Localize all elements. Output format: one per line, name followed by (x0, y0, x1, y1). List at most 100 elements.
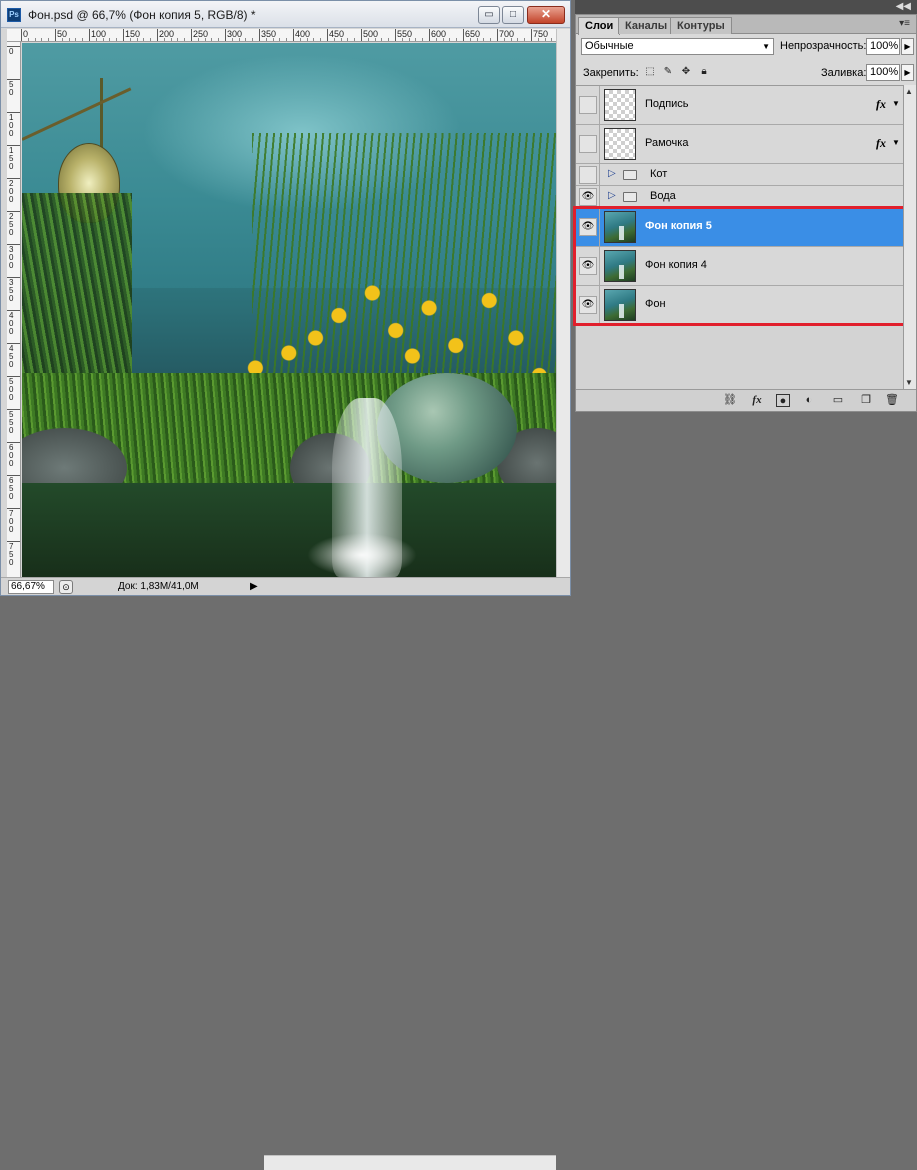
eye-icon[interactable]: 👁︎ (579, 218, 597, 236)
status-info-icon[interactable]: ⊙ (59, 580, 73, 594)
new-layer-icon[interactable]: ❐ (858, 393, 874, 408)
document-titlebar[interactable]: Ps Фон.psd @ 66,7% (Фон копия 5, RGB/8) … (1, 1, 570, 28)
layer-thumbnail (604, 250, 636, 282)
expand-group-arrow-icon[interactable]: ▷ (608, 168, 616, 179)
visibility-toggle[interactable] (579, 135, 597, 153)
ruler-minor-tick (435, 38, 437, 41)
expand-effects-icon[interactable]: ▼ (892, 99, 900, 108)
minimize-button[interactable]: ▭ (478, 6, 500, 24)
lock-image-brush-icon[interactable]: ✎ (662, 66, 674, 78)
vertical-scrollbar[interactable] (556, 29, 570, 577)
folder-icon (623, 169, 637, 180)
link-layers-icon[interactable]: ⛓︎ (722, 393, 738, 408)
ruler-label: 300 (227, 29, 243, 39)
tab-paths[interactable]: Контуры (670, 17, 732, 34)
layer-list-scrollbar[interactable]: ▲ ▼ (903, 85, 916, 389)
ruler-minor-tick (490, 38, 492, 41)
fill-field[interactable]: 100% (866, 64, 900, 81)
ruler-minor-tick (286, 38, 288, 41)
layer-row-fon-kopiya-5[interactable]: 👁︎ Фон копия 5 (576, 208, 903, 247)
scroll-up-arrow-icon[interactable]: ▲ (905, 87, 913, 96)
ruler-minor-tick (68, 38, 70, 41)
layer-name: Фон копия 4 (645, 259, 707, 271)
ruler-minor-tick (503, 38, 505, 41)
visibility-toggle[interactable] (579, 165, 597, 184)
ruler-minor-tick (211, 38, 213, 41)
layer-thumbnail (604, 211, 636, 243)
collapse-panels-icon[interactable]: ◀◀ (896, 1, 911, 12)
layer-row-fon-kopiya-4[interactable]: 👁︎ Фон копия 4 (576, 247, 903, 286)
ruler-label: 150 (125, 29, 141, 39)
close-button[interactable]: ✕ (527, 6, 565, 24)
status-bar: 66,67% ⊙ Док: 1,83M/41,0M ▶ (1, 577, 570, 1170)
ruler-minor-tick (102, 38, 104, 41)
ruler-label: 400 (295, 29, 311, 39)
ruler-tick (157, 29, 158, 41)
ruler-minor-tick (367, 38, 369, 41)
lock-position-move-icon[interactable]: ✥ (680, 66, 692, 78)
layer-thumbnail (604, 128, 636, 160)
ruler-minor-tick (551, 38, 553, 41)
visibility-toggle[interactable] (579, 96, 597, 114)
ruler-minor-tick (524, 38, 526, 41)
zoom-field[interactable]: 66,67% (8, 580, 54, 594)
expand-effects-icon[interactable]: ▼ (892, 138, 900, 147)
panel-dock-bar[interactable]: ◀◀ (575, 0, 917, 15)
fill-slider-arrow-icon[interactable]: ▶ (901, 64, 914, 81)
vertical-ruler[interactable]: 0 5 0 1 0 0 1 5 0 2 0 0 2 5 0 3 0 0 3 5 0 4 0 0 4… (7, 42, 21, 577)
fx-icon[interactable]: fx (876, 136, 886, 151)
status-menu-arrow-icon[interactable]: ▶ (250, 581, 258, 592)
layer-group-voda[interactable]: 👁︎ ▷ Вода (576, 186, 903, 208)
ruler-minor-tick (279, 38, 281, 41)
eye-icon[interactable]: 👁︎ (579, 296, 597, 314)
layer-row-podpis[interactable]: Подпись fx ▼ (576, 86, 903, 125)
layer-name: Подпись (645, 98, 689, 110)
eye-icon[interactable]: 👁︎ (579, 187, 597, 206)
ruler-label: 4 0 0 (9, 311, 14, 336)
layers-panel: Слои Каналы Контуры ▾≡ Обычные ▼ Непрозр… (573, 14, 917, 412)
eye-icon[interactable]: 👁︎ (579, 257, 597, 275)
tab-channels[interactable]: Каналы (618, 17, 675, 34)
lock-transparency-icon[interactable]: ⬚ (644, 66, 656, 78)
horizontal-ruler[interactable]: 0 50 100 150 200 250 300 350 400 450 500 550 600 650 7… (7, 29, 556, 42)
new-group-icon[interactable]: ▭ (830, 393, 846, 408)
blend-mode-select[interactable]: Обычные ▼ (581, 38, 774, 55)
lock-all-icon[interactable]: 🔒︎ (698, 66, 710, 78)
ruler-minor-tick (408, 38, 410, 41)
ruler-minor-tick (483, 38, 485, 41)
opacity-field[interactable]: 100% (866, 38, 900, 55)
ruler-label: 500 (363, 29, 379, 39)
ruler-label: 550 (397, 29, 413, 39)
ruler-tick (55, 29, 56, 41)
layer-row-ramochka[interactable]: Рамочка fx ▼ (576, 125, 903, 164)
expand-group-arrow-icon[interactable]: ▷ (608, 190, 616, 201)
document-window: Ps Фон.psd @ 66,7% (Фон копия 5, RGB/8) … (0, 0, 571, 1170)
ruler-minor-tick (143, 38, 145, 41)
add-mask-icon[interactable]: ● (776, 394, 790, 407)
scroll-down-arrow-icon[interactable]: ▼ (905, 378, 913, 387)
trash-icon[interactable]: 🗑︎ (884, 393, 900, 408)
horizontal-scrollbar[interactable] (264, 1155, 556, 1170)
layer-list: Подпись fx ▼ Рамочка fx ▼ ▷ Кот 👁︎ ▷ Вод… (573, 85, 906, 389)
ruler-minor-tick (306, 38, 308, 41)
image-canvas[interactable] (22, 43, 556, 577)
ruler-label: 6 0 0 (9, 443, 14, 468)
divider (599, 86, 600, 124)
adjustment-layer-icon[interactable]: ◐ (801, 393, 817, 408)
panel-menu-icon[interactable]: ▾≡ (899, 18, 910, 29)
layer-thumbnail (604, 89, 636, 121)
add-style-fx-icon[interactable]: fx (748, 393, 766, 408)
ruler-minor-tick (245, 38, 247, 41)
ruler-label: 2 0 0 (9, 179, 14, 204)
ruler-minor-tick (129, 38, 131, 41)
ruler-minor-tick (313, 38, 315, 41)
divider (599, 125, 600, 163)
maximize-button[interactable]: □ (502, 6, 524, 24)
document-size[interactable]: Док: 1,83M/41,0M (118, 581, 199, 592)
layer-group-kot[interactable]: ▷ Кот (576, 164, 903, 186)
layer-name: Фон (645, 298, 666, 310)
fx-icon[interactable]: fx (876, 97, 886, 112)
layer-row-fon[interactable]: 👁︎ Фон (576, 286, 903, 325)
opacity-slider-arrow-icon[interactable]: ▶ (901, 38, 914, 55)
tab-layers[interactable]: Слои (578, 17, 621, 35)
